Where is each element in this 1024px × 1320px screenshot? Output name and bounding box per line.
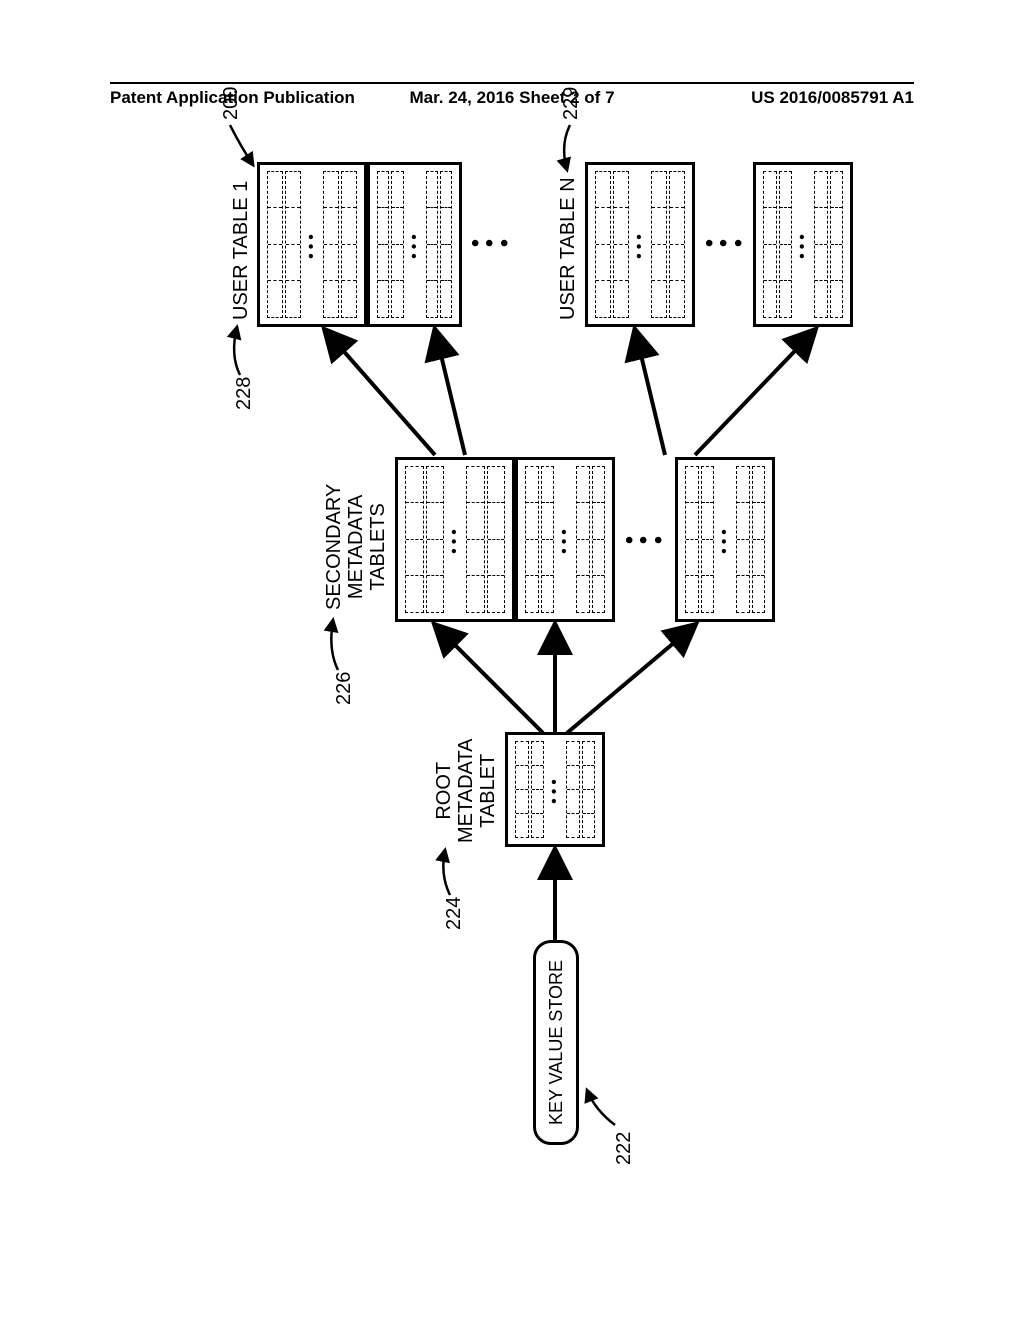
root-metadata-label: ROOT METADATA TABLET (433, 739, 499, 843)
figure-2: KEY VALUE STORE 222 ROOT METADATA TABLET… (0, 255, 995, 1065)
user-table-1-label: USER TABLE 1 (230, 181, 252, 320)
ref-224: 224 (443, 897, 465, 930)
key-value-store-label: KEY VALUE STORE (546, 960, 567, 1125)
key-value-store-box: KEY VALUE STORE (533, 940, 579, 1145)
figure-caption: FIG. 2 (1018, 1016, 1024, 1105)
user-table-n-label: USER TABLE N (557, 177, 579, 320)
page: Patent Application Publication Mar. 24, … (0, 0, 1024, 1320)
secondary-metadata-label: SECONDARY METADATA TABLETS (323, 484, 389, 610)
secondary-tablet-1: ••• (395, 457, 515, 622)
secondary-tablet-2: ••• (515, 457, 615, 622)
ref-229: 229 (560, 87, 582, 120)
header-center: Mar. 24, 2016 Sheet 2 of 7 (378, 88, 646, 108)
user-table-1-tablet-b: ••• (367, 162, 462, 327)
ref-228: 228 (233, 377, 255, 410)
user-table-1-tablet-a: ••• (257, 162, 367, 327)
user-table-n-vdots: ••• (703, 233, 746, 253)
ref-226: 226 (333, 672, 355, 705)
secondary-vdots: ••• (623, 530, 666, 550)
root-metadata-tablet: ••• (505, 732, 605, 847)
ref-200: 200 (220, 87, 242, 120)
header-left: Patent Application Publication (110, 88, 378, 108)
ref-222: 222 (613, 1132, 635, 1165)
user-table-n-tablet-a: ••• (585, 162, 695, 327)
header-right: US 2016/0085791 A1 (646, 88, 914, 108)
user-table-1-vdots: ••• (469, 233, 512, 253)
user-table-n-tablet-b: ••• (753, 162, 853, 327)
secondary-tablet-3: ••• (675, 457, 775, 622)
connections-svg (0, 255, 995, 1065)
